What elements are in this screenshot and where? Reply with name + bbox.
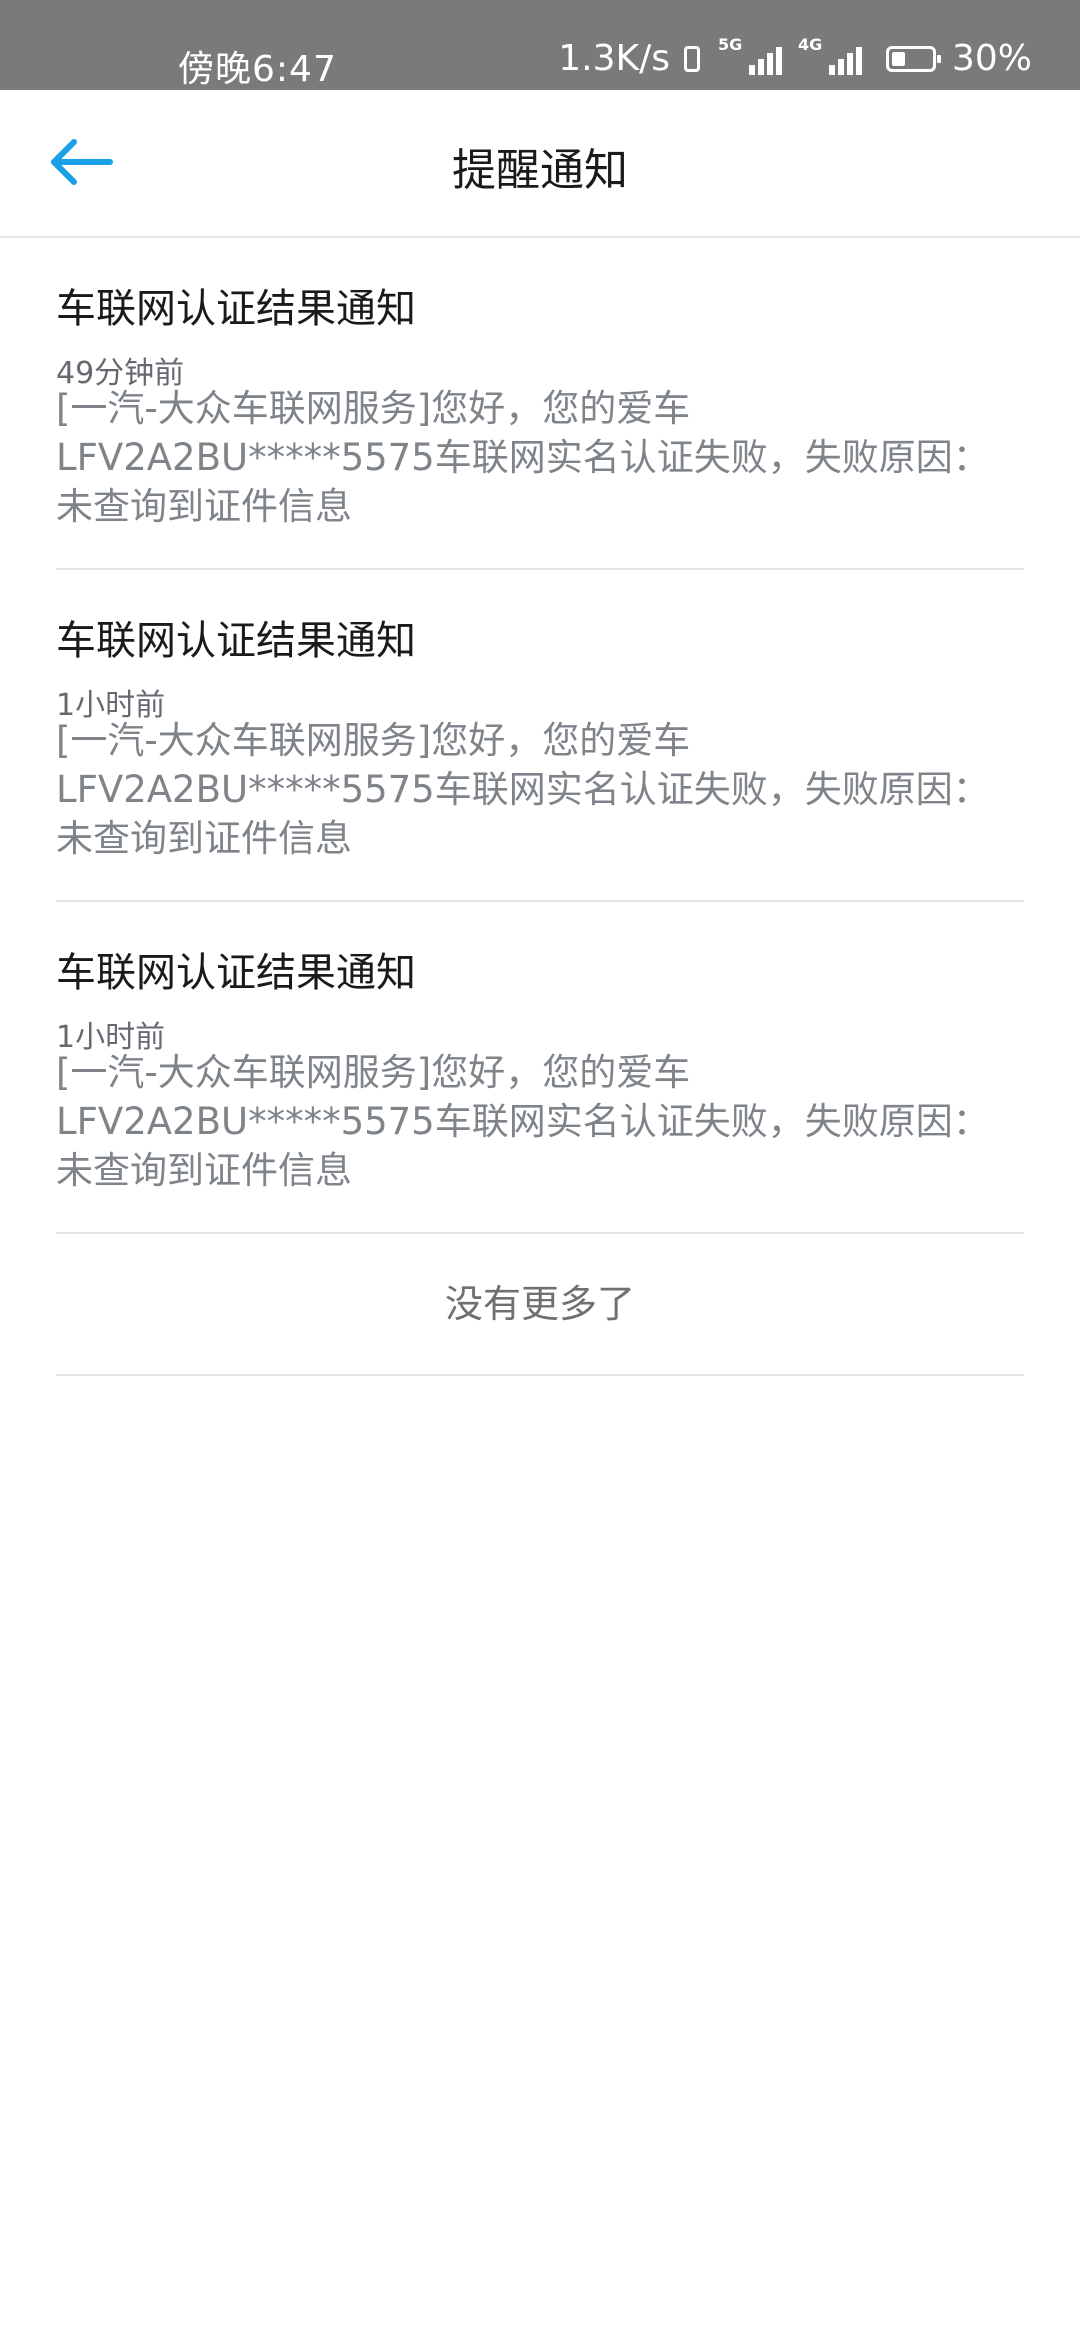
- notice-body-line: LFV2A2BU*****5575车联网实名认证失败，失败原因：: [56, 1100, 990, 1143]
- battery-level: 30%: [951, 38, 1032, 79]
- notice-body: [一汽-大众车联网服务]您好，您的爱车 LFV2A2BU*****5575车联网…: [56, 716, 1024, 863]
- signal-4g-icon: 4G: [798, 35, 862, 77]
- notice-body-line: 未查询到证件信息: [56, 485, 352, 528]
- notice-body-line: [一汽-大众车联网服务]您好，您的爱车: [56, 387, 691, 430]
- notice-body-line: 未查询到证件信息: [56, 817, 352, 860]
- network-speed: 1.3K/s: [558, 38, 670, 79]
- signal-5g-icon: 5G: [718, 35, 782, 77]
- notice-body: [一汽-大众车联网服务]您好，您的爱车 LFV2A2BU*****5575车联网…: [56, 384, 1024, 531]
- notice-body: [一汽-大众车联网服务]您好，您的爱车 LFV2A2BU*****5575车联网…: [56, 1048, 1024, 1195]
- signal-5g-label: 5G: [717, 34, 743, 54]
- notice-item[interactable]: 车联网认证结果通知 1小时前 [一汽-大众车联网服务]您好，您的爱车 LFV2A…: [56, 570, 1024, 902]
- notice-body-line: LFV2A2BU*****5575车联网实名认证失败，失败原因：: [56, 436, 990, 479]
- notice-item[interactable]: 车联网认证结果通知 49分钟前 [一汽-大众车联网服务]您好，您的爱车 LFV2…: [56, 238, 1024, 570]
- page-title: 提醒通知: [452, 145, 628, 196]
- notice-body-line: [一汽-大众车联网服务]您好，您的爱车: [56, 719, 691, 762]
- notice-title: 车联网认证结果通知: [56, 618, 416, 664]
- no-more-label: 没有更多了: [56, 1234, 1024, 1376]
- notice-item[interactable]: 车联网认证结果通知 1小时前 [一汽-大众车联网服务]您好，您的爱车 LFV2A…: [56, 902, 1024, 1234]
- status-indicators: 1.3K/s 5G 4G 30%: [558, 35, 1032, 80]
- notice-title: 车联网认证结果通知: [56, 950, 416, 996]
- notice-body-line: 未查询到证件信息: [56, 1149, 352, 1192]
- status-bar: 傍晚6:47 1.3K/s 5G 4G 30%: [0, 0, 1080, 90]
- notice-body-line: LFV2A2BU*****5575车联网实名认证失败，失败原因：: [56, 768, 990, 811]
- status-time: 傍晚6:47: [178, 49, 337, 90]
- signal-4g-label: 4G: [797, 34, 823, 54]
- notice-list: 车联网认证结果通知 49分钟前 [一汽-大众车联网服务]您好，您的爱车 LFV2…: [56, 238, 1024, 1376]
- header-bar: 提醒通知: [0, 90, 1080, 238]
- notice-body-line: [一汽-大众车联网服务]您好，您的爱车: [56, 1051, 691, 1094]
- notice-title: 车联网认证结果通知: [56, 286, 416, 332]
- hd-call-icon: [683, 45, 700, 72]
- battery-icon: [885, 45, 941, 72]
